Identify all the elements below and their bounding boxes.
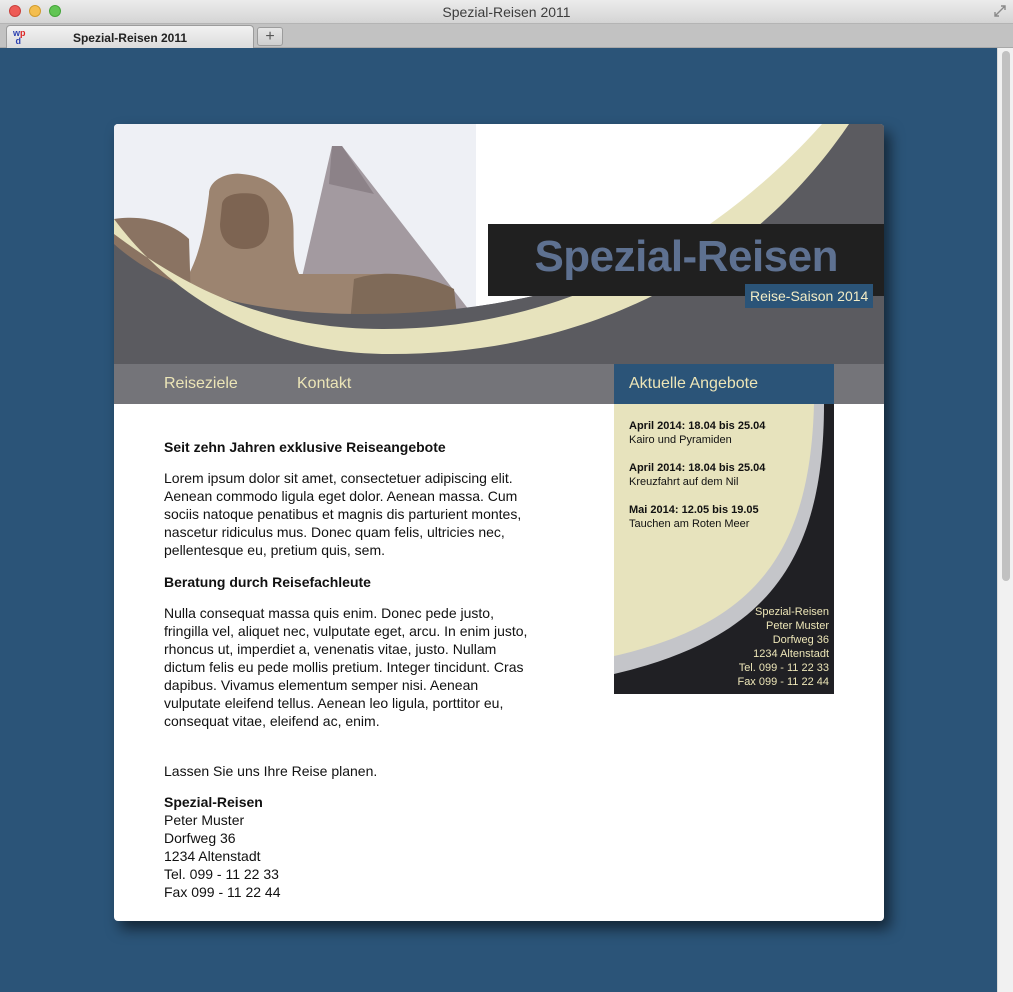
address-line: Tel. 099 - 11 22 33 — [738, 662, 829, 674]
offer-desc: Kreuzfahrt auf dem Nil — [629, 476, 739, 488]
offer-date: Mai 2014: 12.05 bis 19.05 — [629, 504, 759, 516]
window-titlebar: Spezial-Reisen 2011 — [0, 0, 1013, 24]
nav-bar-end — [834, 364, 884, 404]
contact-block: Spezial-Reisen Peter Muster Dorfweg 36 1… — [164, 793, 534, 901]
offer-item: Mai 2014: 12.05 bis 19.05 Tauchen am Rot… — [629, 503, 759, 531]
section-heading: Seit zehn Jahren exklusive Reiseangebote — [164, 439, 446, 455]
contact-line: Dorfweg 36 — [164, 830, 236, 846]
offer-date: April 2014: 18.04 bis 25.04 — [629, 462, 766, 474]
sidebar-address: Spezial-Reisen Peter Muster Dorfweg 36 1… — [737, 605, 829, 689]
contact-name: Spezial-Reisen — [164, 794, 263, 810]
window-title: Spezial-Reisen 2011 — [442, 4, 571, 20]
page-container: Spezial-Reisen Reise-Saison 2014 Reisezi… — [114, 124, 884, 921]
paragraph: Nulla consequat massa quis enim. Donec p… — [164, 605, 528, 729]
nav-item-reiseziele[interactable]: Reiseziele — [164, 375, 238, 393]
new-tab-button[interactable]: + — [257, 27, 283, 46]
contact-line: Tel. 099 - 11 22 33 — [164, 866, 279, 882]
site-logo-text: Spezial-Reisen — [534, 232, 838, 281]
address-line: Peter Muster — [766, 620, 829, 632]
offer-date: April 2014: 18.04 bis 25.04 — [629, 420, 766, 432]
offer-desc: Tauchen am Roten Meer — [629, 518, 750, 530]
sidebar-offers: April 2014: 18.04 bis 25.04 Kairo und Py… — [614, 404, 834, 694]
season-badge: Reise-Saison 2014 — [745, 284, 874, 308]
offer-item: April 2014: 18.04 bis 25.04 Kairo und Py… — [629, 419, 765, 447]
tab-bar: wp d Spezial-Reisen 2011 + — [0, 24, 1013, 48]
address-line: Dorfweg 36 — [772, 634, 829, 646]
scrollbar-thumb[interactable] — [1002, 51, 1010, 581]
contact-line: Peter Muster — [164, 812, 245, 828]
main-content: Seit zehn Jahren exklusive Reiseangebote… — [164, 424, 534, 901]
closing-text: Lassen Sie uns Ihre Reise planen. — [164, 763, 378, 779]
sidebar-title: Aktuelle Angebote — [614, 364, 834, 404]
contact-line: 1234 Altenstadt — [164, 848, 261, 864]
site-header: Spezial-Reisen Reise-Saison 2014 — [114, 124, 884, 364]
tab-spezial-reisen[interactable]: wp d Spezial-Reisen 2011 — [6, 25, 254, 48]
tab-label: Spezial-Reisen 2011 — [72, 31, 188, 45]
paragraph: Lorem ipsum dolor sit amet, consectetuer… — [164, 470, 522, 558]
address-line: Fax 099 - 11 22 44 — [737, 676, 829, 688]
offer-item: April 2014: 18.04 bis 25.04 Kreuzfahrt a… — [629, 461, 765, 489]
main-nav: Reiseziele Kontakt — [114, 364, 614, 404]
fullscreen-icon[interactable] — [993, 4, 1007, 18]
address-line: 1234 Altenstadt — [753, 648, 829, 660]
contact-line: Fax 099 - 11 22 44 — [164, 884, 281, 900]
address-line: Spezial-Reisen — [755, 606, 829, 618]
offer-desc: Kairo und Pyramiden — [629, 434, 732, 446]
section-heading: Beratung durch Reisefachleute — [164, 574, 371, 590]
vertical-scrollbar[interactable] — [997, 48, 1013, 992]
nav-item-kontakt[interactable]: Kontakt — [297, 375, 351, 393]
